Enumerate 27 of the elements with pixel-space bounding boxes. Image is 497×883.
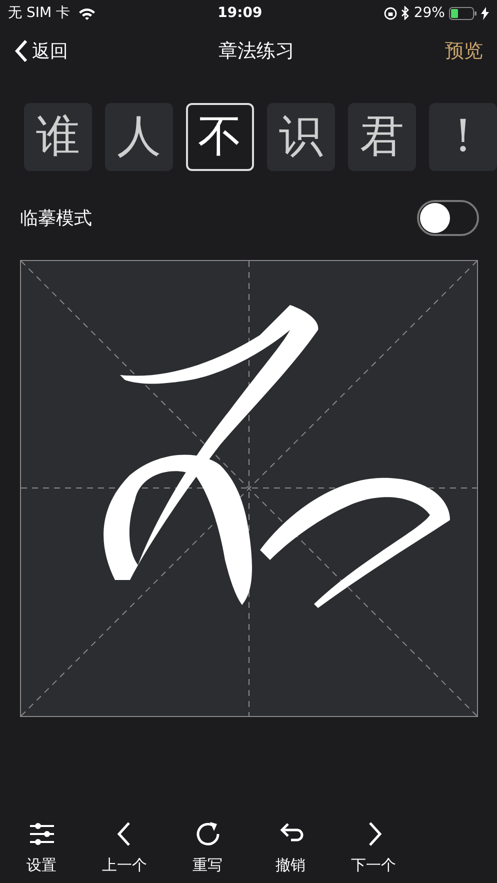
toolbar-button[interactable]: 上一个	[83, 820, 166, 876]
charging-icon	[480, 6, 489, 20]
toolbar-button[interactable]: 撤销	[249, 820, 332, 876]
back-chevron-icon	[14, 39, 28, 63]
refresh-icon	[194, 820, 222, 848]
bluetooth-icon	[400, 6, 410, 20]
toolbar-button[interactable]: 下一个	[332, 820, 415, 876]
preview-button[interactable]: 预览	[445, 36, 483, 66]
tracing-mode-toggle[interactable]	[417, 200, 479, 236]
clock-text: 19:09	[218, 4, 262, 22]
character-tile[interactable]: 识	[267, 103, 335, 171]
tracing-mode-label: 临摹模式	[20, 206, 92, 230]
wifi-icon	[78, 6, 96, 20]
page-title: 章法练习	[218, 38, 294, 64]
character-tile[interactable]: 君	[348, 103, 416, 171]
character-tile[interactable]: 人	[105, 103, 173, 171]
settings-icon	[28, 820, 56, 848]
toolbar-button[interactable]: 重写	[166, 820, 249, 876]
character-tile[interactable]: 不	[186, 103, 254, 171]
carrier-text: 无 SIM 卡	[8, 4, 70, 22]
battery-percent-text: 29%	[414, 4, 445, 22]
character-tile[interactable]: !	[429, 103, 497, 171]
back-button[interactable]: 返回	[14, 38, 68, 64]
toolbar-button[interactable]: 设置	[0, 820, 83, 876]
battery-icon	[448, 6, 477, 20]
rotation-lock-icon	[384, 6, 397, 20]
character-tile[interactable]: 谁	[24, 103, 92, 171]
